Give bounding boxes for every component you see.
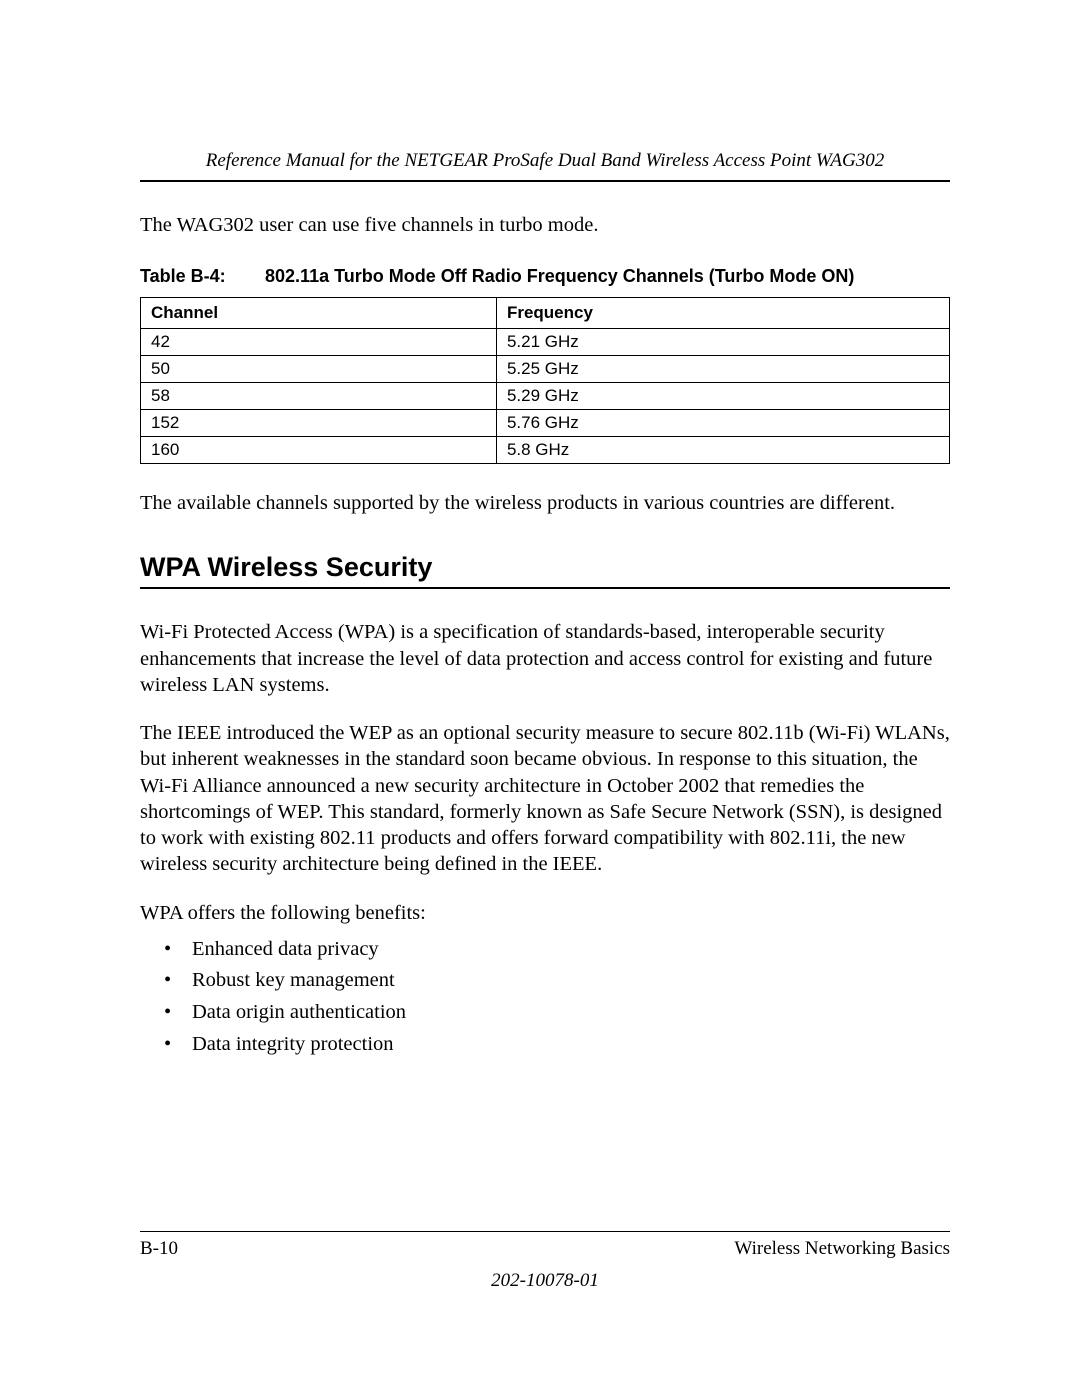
benefits-list: Enhanced data privacy Robust key managem… <box>164 936 950 1059</box>
cell-frequency: 5.76 GHz <box>496 410 949 437</box>
frequency-table: Channel Frequency 42 5.21 GHz 50 5.25 GH… <box>140 297 950 464</box>
section-heading: WPA Wireless Security <box>140 552 950 583</box>
running-header: Reference Manual for the NETGEAR ProSafe… <box>140 150 950 172</box>
col-header-frequency: Frequency <box>496 298 949 329</box>
table-row: 42 5.21 GHz <box>141 329 950 356</box>
page-number: B-10 <box>140 1238 178 1260</box>
section-paragraph-3: WPA offers the following benefits: <box>140 900 950 926</box>
table-row: 50 5.25 GHz <box>141 356 950 383</box>
list-item: Data integrity protection <box>164 1031 950 1059</box>
cell-channel: 152 <box>141 410 497 437</box>
cell-channel: 50 <box>141 356 497 383</box>
list-item: Data origin authentication <box>164 999 950 1027</box>
cell-frequency: 5.21 GHz <box>496 329 949 356</box>
document-page: Reference Manual for the NETGEAR ProSafe… <box>0 0 1080 1397</box>
footer-doc-number: 202-10078-01 <box>140 1270 950 1292</box>
cell-channel: 58 <box>141 383 497 410</box>
cell-frequency: 5.25 GHz <box>496 356 949 383</box>
footer-section-title: Wireless Networking Basics <box>734 1238 950 1260</box>
after-table-paragraph: The available channels supported by the … <box>140 490 950 516</box>
header-rule <box>140 180 950 182</box>
cell-frequency: 5.29 GHz <box>496 383 949 410</box>
list-item: Enhanced data privacy <box>164 936 950 964</box>
section-rule <box>140 587 950 589</box>
section-paragraph-1: Wi-Fi Protected Access (WPA) is a specif… <box>140 619 950 698</box>
list-item: Robust key management <box>164 967 950 995</box>
page-footer: B-10 Wireless Networking Basics 202-1007… <box>140 1231 950 1292</box>
table-caption: Table B-4: 802.11a Turbo Mode Off Radio … <box>140 266 950 287</box>
section-paragraph-2: The IEEE introduced the WEP as an option… <box>140 720 950 877</box>
cell-channel: 160 <box>141 437 497 464</box>
intro-paragraph: The WAG302 user can use five channels in… <box>140 212 950 238</box>
table-title: 802.11a Turbo Mode Off Radio Frequency C… <box>265 266 854 286</box>
table-row: 58 5.29 GHz <box>141 383 950 410</box>
col-header-channel: Channel <box>141 298 497 329</box>
table-header-row: Channel Frequency <box>141 298 950 329</box>
cell-frequency: 5.8 GHz <box>496 437 949 464</box>
table-label: Table B-4: <box>140 266 260 287</box>
table-row: 152 5.76 GHz <box>141 410 950 437</box>
footer-rule <box>140 1231 950 1232</box>
cell-channel: 42 <box>141 329 497 356</box>
table-row: 160 5.8 GHz <box>141 437 950 464</box>
